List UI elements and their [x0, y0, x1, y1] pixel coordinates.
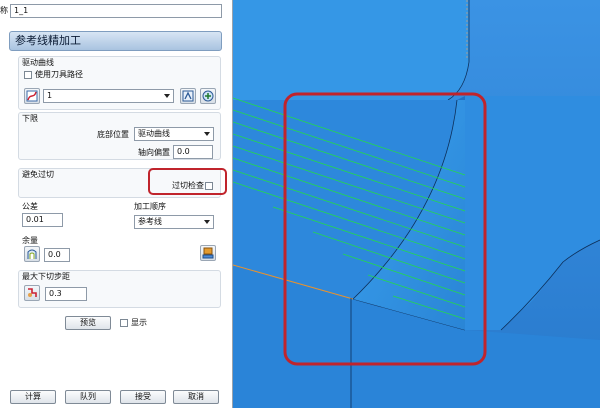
machining-order-label: 加工顺序 — [134, 202, 166, 211]
axial-offset-label: 轴向偏置 — [138, 148, 170, 157]
stepdown-icon[interactable] — [24, 285, 40, 301]
graphics-viewport[interactable] — [233, 0, 600, 408]
axial-offset-input[interactable]: 0.0 — [173, 145, 213, 159]
curve-edit-icon[interactable] — [180, 88, 196, 104]
tolerance-input[interactable]: 0.01 — [22, 213, 63, 227]
chevron-down-icon — [204, 220, 210, 224]
drive-curve-value: 1 — [47, 91, 53, 100]
show-checkbox[interactable] — [120, 319, 128, 327]
chevron-down-icon — [164, 94, 170, 98]
part-model-drawing — [233, 0, 600, 408]
bottom-position-value: 驱动曲线 — [138, 129, 170, 138]
drive-curve-select[interactable]: 1 — [43, 89, 174, 103]
gouge-avoid-heading: 避免过切 — [22, 170, 54, 179]
allowance-input[interactable]: 0.0 — [44, 248, 70, 262]
name-label: 称 — [0, 6, 8, 15]
highlight-box — [148, 168, 227, 195]
calculate-button[interactable]: 计算 — [10, 390, 56, 404]
lower-limit-heading: 下限 — [22, 114, 38, 123]
cancel-button[interactable]: 取消 — [173, 390, 219, 404]
queue-button[interactable]: 队列 — [65, 390, 111, 404]
tolerance-label: 公差 — [22, 202, 38, 211]
max-stepdown-input[interactable]: 0.3 — [45, 287, 87, 301]
curve-add-icon[interactable] — [200, 88, 216, 104]
max-stepdown-label: 最大下切步距 — [22, 272, 70, 281]
bottom-position-label: 底部位置 — [97, 130, 129, 139]
component-allowance-icon[interactable] — [200, 245, 216, 261]
toolpath-strategy-panel: 称 1_1 参考线精加工 驱动曲线 使用刀具路径 1 下限 底部位置 驱动曲线 … — [0, 0, 233, 408]
show-label: 显示 — [131, 318, 147, 327]
name-input[interactable]: 1_1 — [10, 4, 222, 18]
allowance-icon[interactable] — [24, 246, 40, 262]
use-tool-path-label: 使用刀具路径 — [35, 70, 83, 79]
bottom-position-select[interactable]: 驱动曲线 — [134, 127, 214, 141]
allowance-label: 余量 — [22, 236, 38, 245]
section-title: 参考线精加工 — [9, 31, 222, 51]
preview-button[interactable]: 预览 — [65, 316, 111, 330]
drive-curve-heading: 驱动曲线 — [22, 58, 54, 67]
chevron-down-icon — [204, 132, 210, 136]
accept-button[interactable]: 接受 — [120, 390, 166, 404]
use-tool-path-checkbox[interactable] — [24, 71, 32, 79]
machining-order-select[interactable]: 参考线 — [134, 215, 214, 229]
boss-surface — [233, 0, 469, 100]
machining-order-value: 参考线 — [138, 217, 162, 226]
curve-pick-icon[interactable] — [24, 88, 40, 104]
